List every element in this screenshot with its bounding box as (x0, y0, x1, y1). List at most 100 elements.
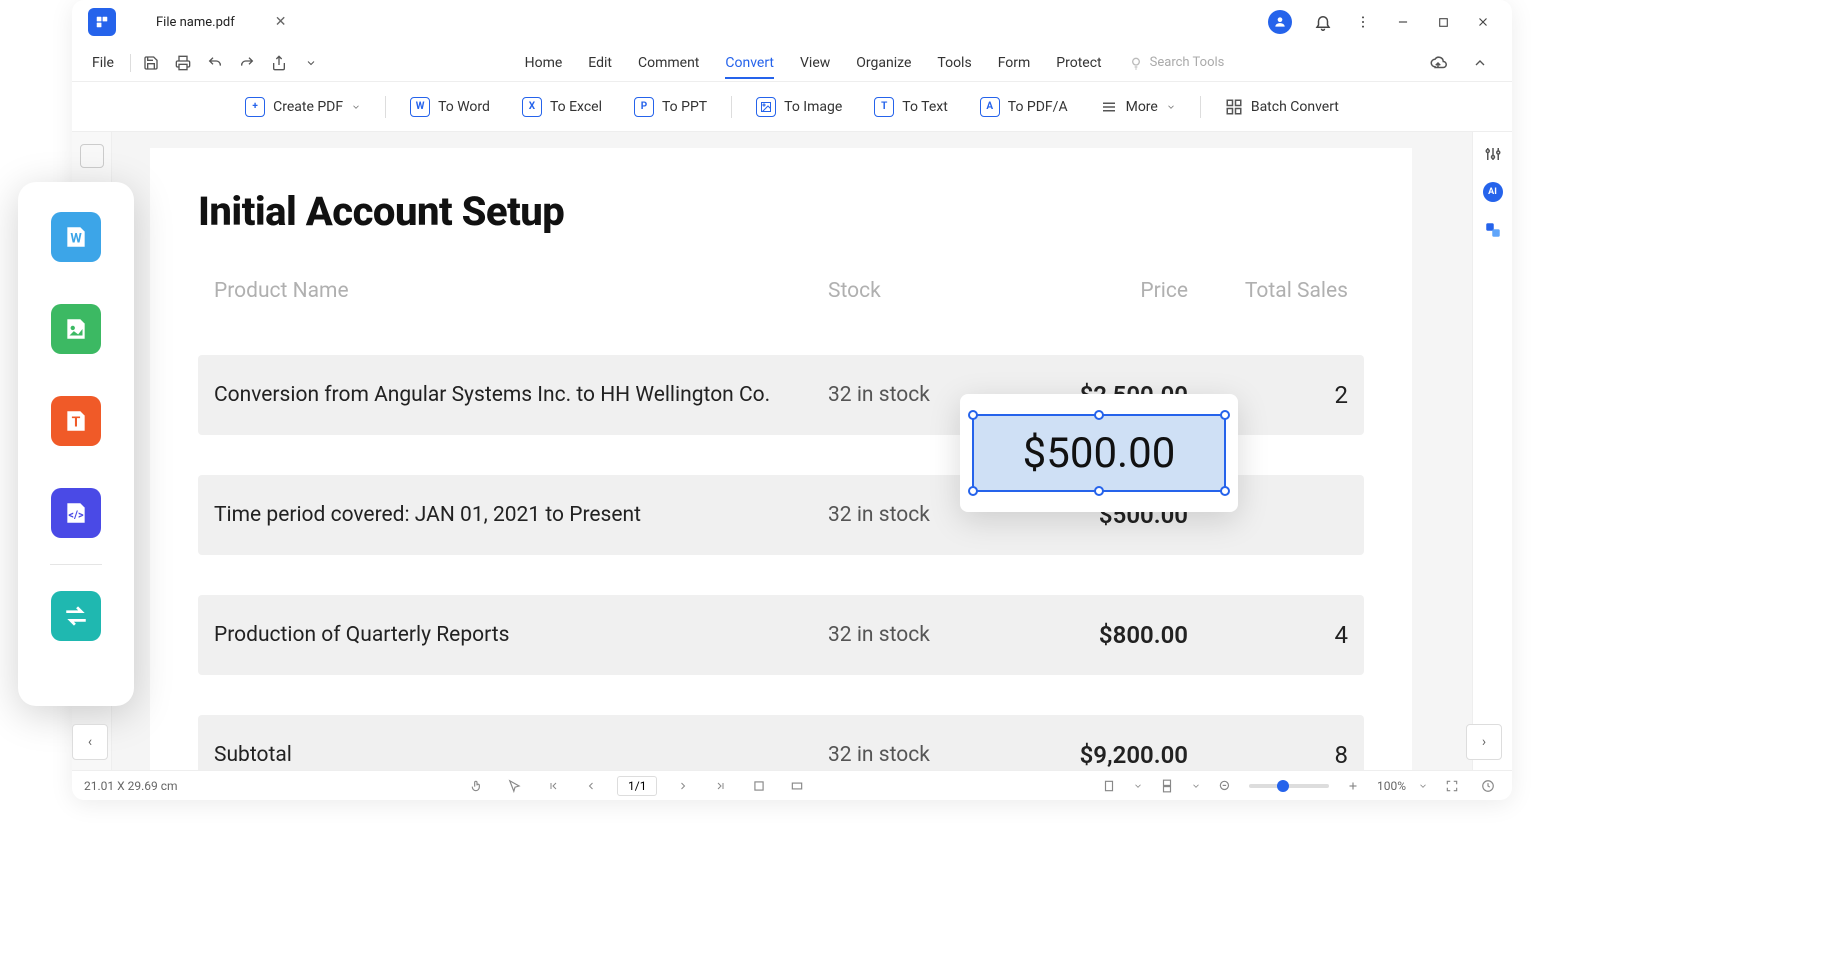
editable-text-field[interactable]: $500.00 (972, 414, 1226, 492)
shortcut-image-icon[interactable] (51, 304, 101, 354)
print-icon[interactable] (171, 51, 195, 75)
search-tools-placeholder: Search Tools (1150, 55, 1225, 70)
create-pdf-label: Create PDF (273, 99, 343, 115)
zoom-thumb[interactable] (1277, 780, 1289, 792)
next-page-icon[interactable] (671, 774, 695, 798)
resize-handle[interactable] (1094, 486, 1104, 496)
menu-comment[interactable]: Comment (638, 55, 699, 71)
convert-shortcut-panel: W T </> (18, 182, 134, 706)
zoom-out-icon[interactable] (1213, 774, 1237, 798)
to-pdfa-label: To PDF/A (1008, 99, 1068, 115)
page-layout-icon[interactable] (1097, 774, 1121, 798)
resize-handle[interactable] (968, 410, 978, 420)
menu-protect[interactable]: Protect (1056, 55, 1101, 71)
collapse-left-icon[interactable]: ‹ (72, 724, 108, 760)
cell-name: Time period covered: JAN 01, 2021 to Pre… (214, 503, 828, 527)
prev-page-icon[interactable] (579, 774, 603, 798)
cell-sales: 4 (1188, 621, 1348, 649)
ai-badge-icon[interactable]: AI (1483, 182, 1503, 202)
to-ppt-button[interactable]: PTo PPT (626, 93, 715, 121)
hand-tool-icon[interactable] (465, 774, 489, 798)
bell-icon[interactable] (1314, 13, 1332, 31)
svg-text:W: W (70, 231, 82, 246)
menu-bar: File Home Edit Comment Convert View Orga… (72, 44, 1512, 82)
to-image-button[interactable]: To Image (748, 93, 850, 121)
to-pdfa-button[interactable]: ATo PDF/A (972, 93, 1076, 121)
last-page-icon[interactable] (709, 774, 733, 798)
cell-stock: 32 in stock (828, 623, 988, 647)
svg-text:</>: </> (68, 508, 84, 521)
expand-right-icon[interactable]: › (1466, 724, 1502, 760)
document-tab[interactable]: File name.pdf ✕ (144, 4, 298, 40)
table-row: Production of Quarterly Reports 32 in st… (198, 595, 1364, 675)
menu-view[interactable]: View (800, 55, 830, 71)
zoom-in-icon[interactable] (1341, 774, 1365, 798)
shortcut-batch-icon[interactable] (51, 591, 101, 641)
header-total-sales: Total Sales (1188, 279, 1348, 303)
cloud-upload-icon[interactable] (1426, 51, 1450, 75)
text-icon: T (874, 97, 894, 117)
menu-home[interactable]: Home (525, 55, 563, 71)
shortcut-word-icon[interactable]: W (51, 212, 101, 262)
shortcut-html-icon[interactable]: </> (51, 488, 101, 538)
user-avatar-icon[interactable] (1268, 10, 1292, 34)
plus-icon: + (245, 97, 265, 117)
file-menu[interactable]: File (84, 55, 122, 71)
page-number-input[interactable] (617, 776, 657, 796)
thumbnail-panel-icon[interactable] (80, 144, 104, 168)
menu-tools[interactable]: Tools (937, 55, 971, 71)
settings-sliders-icon[interactable] (1483, 144, 1503, 164)
to-text-label: To Text (902, 99, 948, 115)
close-window-icon[interactable] (1474, 13, 1492, 31)
resize-handle[interactable] (1220, 486, 1230, 496)
create-pdf-button[interactable]: + Create PDF (237, 93, 369, 121)
minimize-icon[interactable] (1394, 13, 1412, 31)
read-mode-icon[interactable] (1476, 774, 1500, 798)
resize-handle[interactable] (968, 486, 978, 496)
collapse-icon[interactable] (1468, 51, 1492, 75)
cell-stock: 32 in stock (828, 743, 988, 767)
app-logo-icon (88, 8, 116, 36)
cell-name: Conversion from Angular Systems Inc. to … (214, 383, 828, 407)
chevron-down-icon[interactable] (299, 51, 323, 75)
maximize-icon[interactable] (1434, 13, 1452, 31)
resize-handle[interactable] (1094, 410, 1104, 420)
zoom-slider[interactable] (1249, 784, 1329, 788)
grid-icon (1225, 98, 1243, 116)
fit-width-icon[interactable] (785, 774, 809, 798)
resize-handle[interactable] (1220, 410, 1230, 420)
chevron-down-icon (351, 102, 361, 112)
share-icon[interactable] (267, 51, 291, 75)
to-excel-button[interactable]: XTo Excel (514, 93, 610, 121)
to-word-button[interactable]: WTo Word (402, 93, 498, 121)
search-tools[interactable]: Search Tools (1128, 55, 1225, 71)
menu-form[interactable]: Form (998, 55, 1031, 71)
close-tab-icon[interactable]: ✕ (275, 14, 287, 30)
menu-edit[interactable]: Edit (588, 55, 612, 71)
excel-icon: X (522, 97, 542, 117)
select-tool-icon[interactable] (503, 774, 527, 798)
document-viewport[interactable]: Initial Account Setup Product Name Stock… (112, 132, 1472, 770)
menu-convert[interactable]: Convert (725, 55, 774, 79)
undo-icon[interactable] (203, 51, 227, 75)
redo-icon[interactable] (235, 51, 259, 75)
header-stock: Stock (828, 279, 988, 303)
svg-text:T: T (72, 414, 81, 430)
shortcut-text-icon[interactable]: T (51, 396, 101, 446)
scroll-mode-icon[interactable] (1155, 774, 1179, 798)
save-icon[interactable] (139, 51, 163, 75)
zoom-controls: 100% (1097, 774, 1500, 798)
translate-icon[interactable] (1483, 220, 1503, 240)
kebab-menu-icon[interactable] (1354, 13, 1372, 31)
more-button[interactable]: More (1092, 94, 1184, 120)
menu-organize[interactable]: Organize (856, 55, 911, 71)
header-price: Price (988, 279, 1188, 303)
first-page-icon[interactable] (541, 774, 565, 798)
batch-convert-button[interactable]: Batch Convert (1217, 94, 1347, 120)
status-bar: 21.01 X 29.69 cm 100% (72, 770, 1512, 800)
fullscreen-icon[interactable] (1440, 774, 1464, 798)
fit-page-icon[interactable] (747, 774, 771, 798)
right-rail: AI (1472, 132, 1512, 770)
to-text-button[interactable]: T To Text (866, 93, 956, 121)
table-header: Product Name Stock Price Total Sales (198, 267, 1364, 315)
